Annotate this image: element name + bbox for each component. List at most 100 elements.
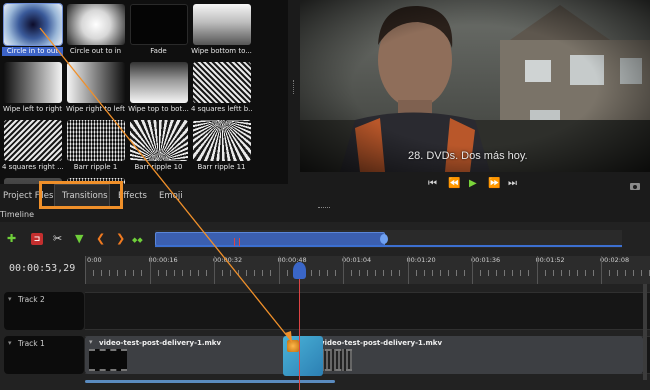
tab-emoji[interactable]: Emoji	[159, 191, 183, 201]
ruler-tick	[310, 270, 312, 276]
overview-viewport[interactable]	[155, 232, 385, 246]
ruler-tick	[504, 270, 506, 276]
playhead-handle[interactable]	[293, 262, 306, 279]
ruler-tick	[431, 270, 433, 276]
ruler-tick	[286, 270, 288, 276]
ruler-tick	[197, 270, 199, 276]
transition-wipe-top-to-bottom[interactable]: Wipe top to bot...	[128, 62, 189, 114]
transition-clip[interactable]	[283, 336, 323, 376]
overview-baseline	[155, 245, 622, 247]
transition-circle-in-to-out[interactable]: Circle in to out	[2, 4, 63, 56]
transition-wipe-left-to-right[interactable]: Wipe left to right	[2, 62, 63, 114]
ruler-tick	[617, 270, 619, 276]
camera-icon[interactable]	[630, 183, 640, 190]
current-timecode: 00:00:53,29	[9, 263, 76, 274]
ruler-tick	[480, 270, 482, 276]
track-header[interactable]: ▾ Track 2	[4, 292, 84, 330]
ruler-tick	[270, 270, 272, 276]
rewind-button[interactable]: ⏪	[448, 178, 460, 190]
ruler-label: 00:01:52	[535, 256, 565, 264]
track-name: Track 1	[18, 339, 45, 348]
overview-playhead	[234, 238, 240, 246]
transition-fade[interactable]: Fade	[128, 4, 189, 56]
ruler-tick	[625, 270, 627, 276]
video-clip[interactable]: video-test-post-delivery-1.mkv	[300, 336, 643, 374]
video-preview: 28. DVDs. Dos más hoy.	[300, 0, 650, 172]
ruler-tick	[117, 270, 119, 276]
transition-label: Wipe left to right	[3, 105, 62, 113]
clip-title: video-test-post-delivery-1.mkv	[99, 339, 222, 347]
ruler-label: 00:01:36	[471, 256, 501, 264]
transition-wipe-bottom-to-top[interactable]: Wipe bottom to...	[191, 4, 252, 56]
timeline-label: Timeline	[0, 210, 35, 219]
timeline-ruler[interactable]: 0:00 00:00:16 00:00:32 00:00:48 00:01:04 00:0…	[85, 256, 650, 284]
track-header[interactable]: ▾ Track 1	[4, 336, 84, 374]
track-collapse-icon[interactable]: ▾	[8, 339, 12, 347]
previous-marker-button[interactable]: ❮	[96, 232, 105, 245]
transition-barr-ripple-1[interactable]: Barr ripple 1	[65, 120, 126, 172]
ruler-tick	[125, 270, 127, 276]
track-collapse-icon[interactable]: ▾	[8, 295, 12, 303]
ruler-tick	[584, 270, 586, 276]
transition-label: Wipe right to left	[66, 105, 125, 113]
ruler-tick	[189, 270, 191, 276]
jump-end-button[interactable]: ⏭	[508, 178, 517, 190]
track-lane[interactable]	[85, 292, 650, 330]
ruler-tick	[254, 270, 256, 276]
transition-barr-ripple-10[interactable]: Barr ripple 10	[128, 120, 189, 172]
jump-start-button[interactable]: ⏮	[428, 178, 437, 190]
ruler-tick	[343, 256, 344, 284]
splitter-grip[interactable]	[318, 207, 330, 209]
ruler-tick	[318, 270, 320, 276]
fast-forward-button[interactable]: ⏩	[488, 178, 500, 190]
ruler-tick	[552, 270, 554, 276]
transition-circle-out-to-in[interactable]: Circle out to in	[65, 4, 126, 56]
timeline-scrollbar-horizontal[interactable]	[85, 380, 335, 383]
ruler-tick	[601, 256, 602, 284]
transition-4-squares-right[interactable]: 4 squares right ...	[2, 120, 63, 172]
splitter-grip[interactable]	[293, 80, 295, 94]
razor-icon[interactable]: ✂	[53, 232, 62, 245]
ruler-tick	[560, 270, 562, 276]
ruler-tick	[576, 270, 578, 276]
ruler-tick	[278, 256, 280, 284]
ruler-tick	[512, 270, 514, 276]
video-clip[interactable]: ▾ video-test-post-delivery-1.mkv	[85, 336, 297, 374]
ruler-tick	[592, 270, 594, 276]
ruler-tick	[463, 270, 465, 276]
playhead-line[interactable]	[299, 264, 300, 390]
transition-thumbnail	[4, 4, 62, 45]
ruler-tick	[262, 270, 264, 276]
ruler-label: 00:01:04	[342, 256, 372, 264]
transition-thumbnail	[4, 62, 62, 103]
transition-thumbnail	[193, 4, 251, 45]
add-track-button[interactable]: ✚	[7, 232, 16, 245]
add-marker-button[interactable]: ▼	[75, 232, 83, 245]
ruler-tick	[173, 270, 175, 276]
ruler-tick	[383, 270, 385, 276]
ruler-tick	[246, 270, 248, 276]
transition-label: Circle in to out	[2, 47, 63, 56]
ruler-label: 00:00:16	[148, 256, 178, 264]
ruler-tick	[447, 270, 449, 276]
ruler-tick	[181, 270, 183, 276]
clip-menu-icon[interactable]: ▾	[89, 338, 93, 346]
ruler-tick	[536, 256, 538, 284]
play-button[interactable]: ▶	[469, 178, 477, 190]
next-marker-button[interactable]: ❯	[116, 232, 125, 245]
snap-icon[interactable]: ⊐	[31, 233, 43, 245]
ruler-tick	[205, 270, 207, 276]
ruler-tick	[415, 270, 417, 276]
overview-resize-handle[interactable]	[380, 234, 388, 244]
ruler-label: 00:00:32	[213, 256, 243, 264]
timeline-scrollbar-vertical[interactable]	[643, 284, 647, 380]
transition-wipe-right-to-left[interactable]: Wipe right to left	[65, 62, 126, 114]
transition-barr-ripple-11[interactable]: Barr ripple 11	[191, 120, 252, 172]
transition-4-squares-left[interactable]: 4 squares leftt b...	[191, 62, 252, 114]
ruler-tick	[367, 270, 369, 276]
center-playhead-button[interactable]: ◆◆	[132, 234, 143, 247]
transition-thumbnail	[130, 4, 188, 45]
subtitle-text: 28. DVDs. Dos más hoy.	[408, 150, 528, 162]
ruler-tick	[423, 270, 425, 276]
transition-thumbnail	[130, 62, 188, 103]
